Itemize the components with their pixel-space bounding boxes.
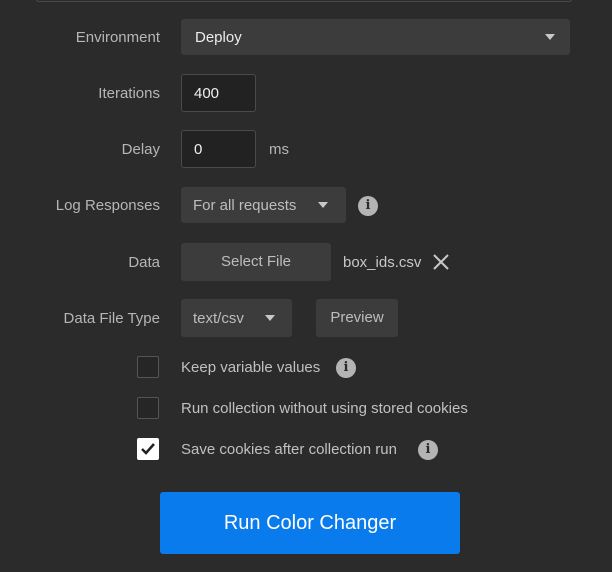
preview-button[interactable]: Preview xyxy=(316,299,398,337)
info-icon[interactable]: i xyxy=(418,440,438,460)
delay-input[interactable] xyxy=(181,130,256,168)
collection-runner-panel: Environment Deploy Iterations Delay ms L… xyxy=(0,0,612,572)
run-collection-button[interactable]: Run Color Changer xyxy=(160,492,460,554)
delay-label: Delay xyxy=(121,141,160,158)
iterations-input[interactable] xyxy=(181,74,256,112)
chevron-down-icon xyxy=(545,34,555,40)
no-stored-cookies-checkbox[interactable] xyxy=(137,397,159,419)
environment-label: Environment xyxy=(75,29,160,46)
delay-unit: ms xyxy=(269,141,289,158)
check-icon xyxy=(141,443,155,455)
data-label: Data xyxy=(128,254,160,271)
data-file-type-label: Data File Type xyxy=(63,310,160,327)
environment-value: Deploy xyxy=(195,29,242,46)
data-file-type-value: text/csv xyxy=(193,310,244,327)
log-responses-label: Log Responses xyxy=(55,197,160,214)
data-file-type-dropdown[interactable]: text/csv xyxy=(181,299,292,337)
iterations-label: Iterations xyxy=(98,85,160,102)
save-cookies-label: Save cookies after collection run xyxy=(181,441,397,458)
save-cookies-checkbox[interactable] xyxy=(137,438,159,460)
environment-select[interactable]: Deploy xyxy=(181,19,570,55)
keep-variable-values-checkbox[interactable] xyxy=(137,356,159,378)
info-icon[interactable]: i xyxy=(336,358,356,378)
select-file-button[interactable]: Select File xyxy=(181,243,331,281)
previous-section-border xyxy=(36,0,572,2)
log-responses-dropdown[interactable]: For all requests xyxy=(181,187,346,223)
keep-variable-values-label: Keep variable values xyxy=(181,359,321,376)
log-responses-value: For all requests xyxy=(193,197,297,214)
close-icon[interactable] xyxy=(432,253,450,271)
info-icon[interactable]: i xyxy=(358,196,378,216)
no-stored-cookies-label: Run collection without using stored cook… xyxy=(181,400,468,417)
data-file-name: box_ids.csv xyxy=(343,254,422,271)
chevron-down-icon xyxy=(265,315,275,321)
chevron-down-icon xyxy=(318,202,328,208)
